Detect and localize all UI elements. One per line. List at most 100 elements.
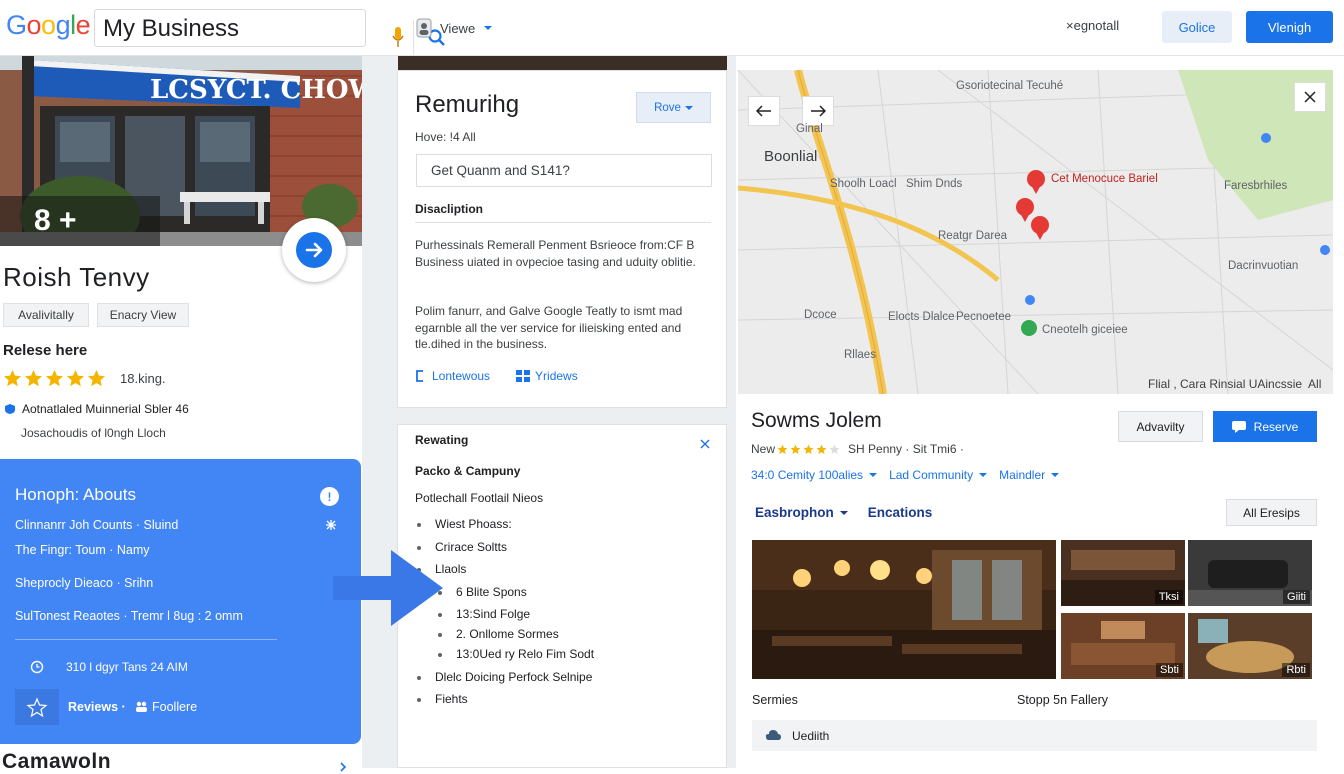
place-meta: New SH Penny · Sit Tmi6 · [751, 442, 964, 456]
logo-letter: o [41, 10, 56, 40]
place-panel: Gsoriotecinal Tecuhé Ginal Boonlial Shoo… [736, 56, 1344, 768]
contacts-link[interactable]: Lontewous [415, 369, 490, 383]
quote-input[interactable]: Get Quanm and S141? [416, 154, 712, 187]
description-heading: Disacliption [415, 202, 484, 216]
viewer-label: Viewe [440, 20, 476, 36]
arrow-right-icon [811, 105, 826, 117]
gallery-thumbnail[interactable]: Sbti [1061, 613, 1185, 679]
map-label: Pecnoetee [956, 311, 1011, 323]
videos-link[interactable]: Yridews [516, 369, 578, 383]
account-icon [416, 18, 432, 38]
details-panel: Remurihg Rove Hove: !4 All Get Quanm and… [333, 56, 736, 768]
list-item: Wiest Phoass: [435, 517, 512, 531]
campaign-heading: Camawoln [2, 750, 112, 773]
close-icon[interactable] [700, 439, 710, 449]
star-icon [24, 369, 43, 387]
directions-button[interactable] [282, 218, 346, 282]
reviews-link[interactable]: Reviews · [68, 700, 126, 714]
map-label: Cneotelh giceiee [1042, 324, 1128, 336]
view-chip[interactable]: Enacry View [97, 303, 189, 327]
meta-suffix: SH Penny · Sit Tmi6 · [848, 442, 964, 456]
map-label: Reatgr Darea [938, 230, 1008, 242]
rove-label: Rove [654, 101, 681, 114]
cloud-icon [765, 730, 781, 740]
map-attribution: Flial , Cara Rinsial UAincssie All [1148, 377, 1322, 391]
rove-dropdown[interactable]: Rove [636, 92, 711, 123]
update-label: Uediith [792, 728, 830, 743]
list-item: 6 Blite Spons [456, 585, 527, 599]
map-label: Dcoce [804, 309, 837, 321]
photo-count[interactable]: 8 + [0, 196, 160, 246]
search-box [94, 9, 445, 56]
gallery-thumbnail[interactable]: Giiti [1188, 540, 1312, 606]
tab-locations[interactable]: Encations [868, 505, 933, 520]
tab-label: Easbrophon [755, 505, 834, 520]
availability-chip[interactable]: Avalivitally [3, 303, 89, 327]
highlight-arrow [333, 550, 443, 626]
section-title: Relese here [3, 342, 88, 359]
gallery-thumbnail[interactable]: Rbti [1188, 613, 1312, 679]
filter-dropdown[interactable]: Lad Community [889, 468, 988, 482]
bracket-icon [416, 370, 423, 382]
map-label: Ginal [796, 123, 823, 135]
map-label: Dacrinvuotian [1228, 260, 1299, 272]
info-badge[interactable]: ! [320, 487, 339, 506]
bullet [417, 698, 421, 702]
bullet [438, 653, 442, 657]
chevron-down-icon [979, 473, 988, 477]
map-forward-button[interactable] [802, 96, 834, 126]
rating-card-caption: Potlechall Footlail Nieos [415, 491, 544, 505]
bullet [417, 523, 421, 527]
gallery-main-photo[interactable] [752, 540, 1056, 679]
map-close-button[interactable] [1294, 82, 1326, 112]
logo-letter: e [75, 10, 91, 40]
secondary-button[interactable]: Golice [1162, 11, 1232, 43]
list-item: Fiehts [435, 692, 468, 706]
address-line[interactable]: Aotnatlaled Muinnerial Sbler 46 [4, 402, 189, 416]
directions-icon-bg [296, 232, 332, 268]
map-label: Boonlial [764, 148, 818, 165]
gallery-link[interactable]: Stopp 5n Fallery [1017, 693, 1108, 707]
primary-button[interactable]: Vlenigh [1246, 11, 1333, 43]
address-text: Aotnatlaled Muinnerial Sbler 46 [22, 402, 189, 416]
all-photos-button[interactable]: All Eresips [1226, 499, 1317, 526]
chevron-right-icon[interactable] [338, 762, 348, 772]
service-title: Remurihg [415, 91, 520, 118]
sign-out-link[interactable]: ×egnotall [1066, 18, 1119, 33]
rating-card: Rewating Packo & Campuny Potlechall Foot… [397, 424, 727, 768]
filter-dropdown[interactable]: 34:0 Cemity 100alies [751, 468, 878, 482]
restaurant-interior-image [752, 540, 1056, 679]
map-view[interactable]: Gsoriotecinal Tecuhé Ginal Boonlial Shoo… [738, 70, 1333, 394]
map-label: Shoolh Loacl [830, 178, 897, 190]
filter-dropdown[interactable]: Maindler [999, 468, 1060, 482]
star-icon [3, 369, 22, 387]
gallery-thumbnail[interactable]: Tksi [1061, 540, 1185, 606]
rating-row[interactable]: 18.king. [3, 369, 166, 388]
search-input[interactable] [103, 15, 283, 43]
google-logo[interactable]: Google [6, 10, 91, 41]
star-icon [66, 369, 85, 387]
followers-link[interactable]: Foollere [152, 700, 197, 714]
star-outline-icon [829, 444, 840, 454]
map-label: Cet Menocuce Bariel [1051, 173, 1158, 185]
microphone-icon[interactable] [391, 26, 405, 50]
logo-letter: o [26, 10, 42, 40]
chevron-down-icon [869, 473, 878, 477]
update-bar[interactable]: Uediith [752, 720, 1317, 751]
gallery-label: Sermies [752, 693, 798, 707]
map-back-button[interactable] [748, 96, 780, 126]
star-icon [790, 444, 801, 454]
arrow-right-icon [305, 242, 323, 258]
description-paragraph: Purhessinals Remerall Penment Bsrieoce f… [415, 238, 696, 269]
close-icon[interactable] [325, 519, 337, 531]
viewer-dropdown[interactable]: Viewe [416, 17, 493, 39]
availability-button[interactable]: Advavilty [1118, 411, 1203, 442]
photo-strip [398, 56, 727, 70]
reviews-icon-box[interactable] [15, 689, 59, 725]
list-item: 13:Sind Folge [456, 607, 531, 621]
star-outline-icon [26, 697, 48, 718]
filter-label: Lad Community [889, 468, 974, 482]
reserve-button[interactable]: Reserve [1213, 411, 1317, 442]
place-title: Sowms Jolem [751, 409, 882, 432]
tab-description[interactable]: Easbrophon [755, 505, 848, 520]
